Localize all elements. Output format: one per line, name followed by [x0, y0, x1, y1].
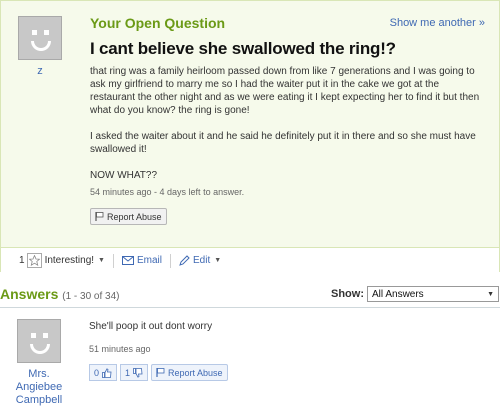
edit-label: Edit: [193, 255, 211, 266]
thumbs-down-button[interactable]: 1: [120, 364, 149, 381]
thumbs-down-count: 1: [125, 367, 131, 378]
answerer-avatar[interactable]: [17, 319, 61, 363]
thumbs-up-count: 0: [94, 367, 100, 378]
edit-dropdown[interactable]: Edit ▼: [179, 255, 221, 266]
thumbs-down-icon: [133, 367, 143, 378]
chevron-down-icon: ▼: [98, 257, 105, 264]
avatar-eye-right: [43, 333, 48, 338]
show-filter-label: Show:: [331, 288, 364, 300]
answers-range: (1 - 30 of 34): [62, 291, 120, 302]
pencil-icon: [179, 255, 190, 266]
question-title: I cant believe she swallowed the ring!?: [90, 39, 396, 58]
question-body-paragraph: NOW WHAT??: [90, 170, 158, 181]
asker-name-link[interactable]: z: [21, 65, 59, 77]
show-another-link[interactable]: Show me another »: [390, 17, 485, 29]
answers-filter-select[interactable]: All Answers ▼: [367, 286, 499, 302]
answer-report-abuse-button[interactable]: Report Abuse: [151, 364, 228, 381]
avatar-mouth: [31, 41, 51, 51]
star-icon[interactable]: [26, 253, 42, 268]
flag-icon: [95, 212, 104, 221]
interesting-count: 1: [19, 255, 25, 266]
email-button[interactable]: Email: [121, 255, 162, 266]
action-divider: [170, 253, 171, 268]
question-body-paragraph: I asked the waiter about it and he said …: [90, 131, 476, 155]
question-body: that ring was a family heirloom passed d…: [90, 65, 486, 195]
answers-heading: Answers (1 - 30 of 34): [0, 286, 120, 302]
answer-time: 51 minutes ago: [89, 344, 151, 354]
interesting-label: Interesting!: [44, 255, 95, 266]
answers-divider: [0, 307, 500, 308]
question-content-area: z Your Open Question Show me another » I…: [1, 1, 499, 247]
answerer-name-link[interactable]: Mrs. Angiebee Campbell: [10, 368, 68, 407]
report-abuse-button[interactable]: Report Abuse: [90, 208, 167, 225]
question-panel: z Your Open Question Show me another » I…: [0, 0, 500, 273]
chevron-down-icon: ▼: [487, 290, 494, 298]
avatar-eye-right: [44, 30, 49, 35]
thumbs-up-icon: [102, 367, 112, 378]
question-actions-bar: 1 Interesting! ▼ Email Edit ▼: [1, 247, 499, 273]
question-meta: 54 minutes ago - 4 days left to answer.: [90, 187, 245, 197]
question-body-paragraph: that ring was a family heirloom passed d…: [90, 66, 480, 116]
answer-report-abuse-label: Report Abuse: [168, 367, 223, 378]
interesting-dropdown[interactable]: Interesting! ▼: [45, 255, 105, 266]
avatar-eye-left: [32, 30, 37, 35]
report-abuse-label: Report Abuse: [107, 211, 162, 222]
answers-heading-label: Answers: [0, 286, 59, 302]
answers-filter-value: All Answers: [372, 288, 424, 300]
answer-text: She'll poop it out dont worry: [89, 321, 213, 332]
envelope-icon: [121, 256, 134, 265]
avatar-eye-left: [31, 333, 36, 338]
question-section-heading: Your Open Question: [90, 15, 226, 31]
avatar-mouth: [30, 344, 50, 354]
email-label: Email: [136, 255, 162, 266]
chevron-down-icon: ▼: [214, 257, 222, 264]
thumbs-up-button[interactable]: 0: [89, 364, 118, 381]
asker-avatar[interactable]: [18, 16, 62, 60]
flag-icon: [156, 368, 165, 377]
action-divider: [112, 253, 114, 268]
